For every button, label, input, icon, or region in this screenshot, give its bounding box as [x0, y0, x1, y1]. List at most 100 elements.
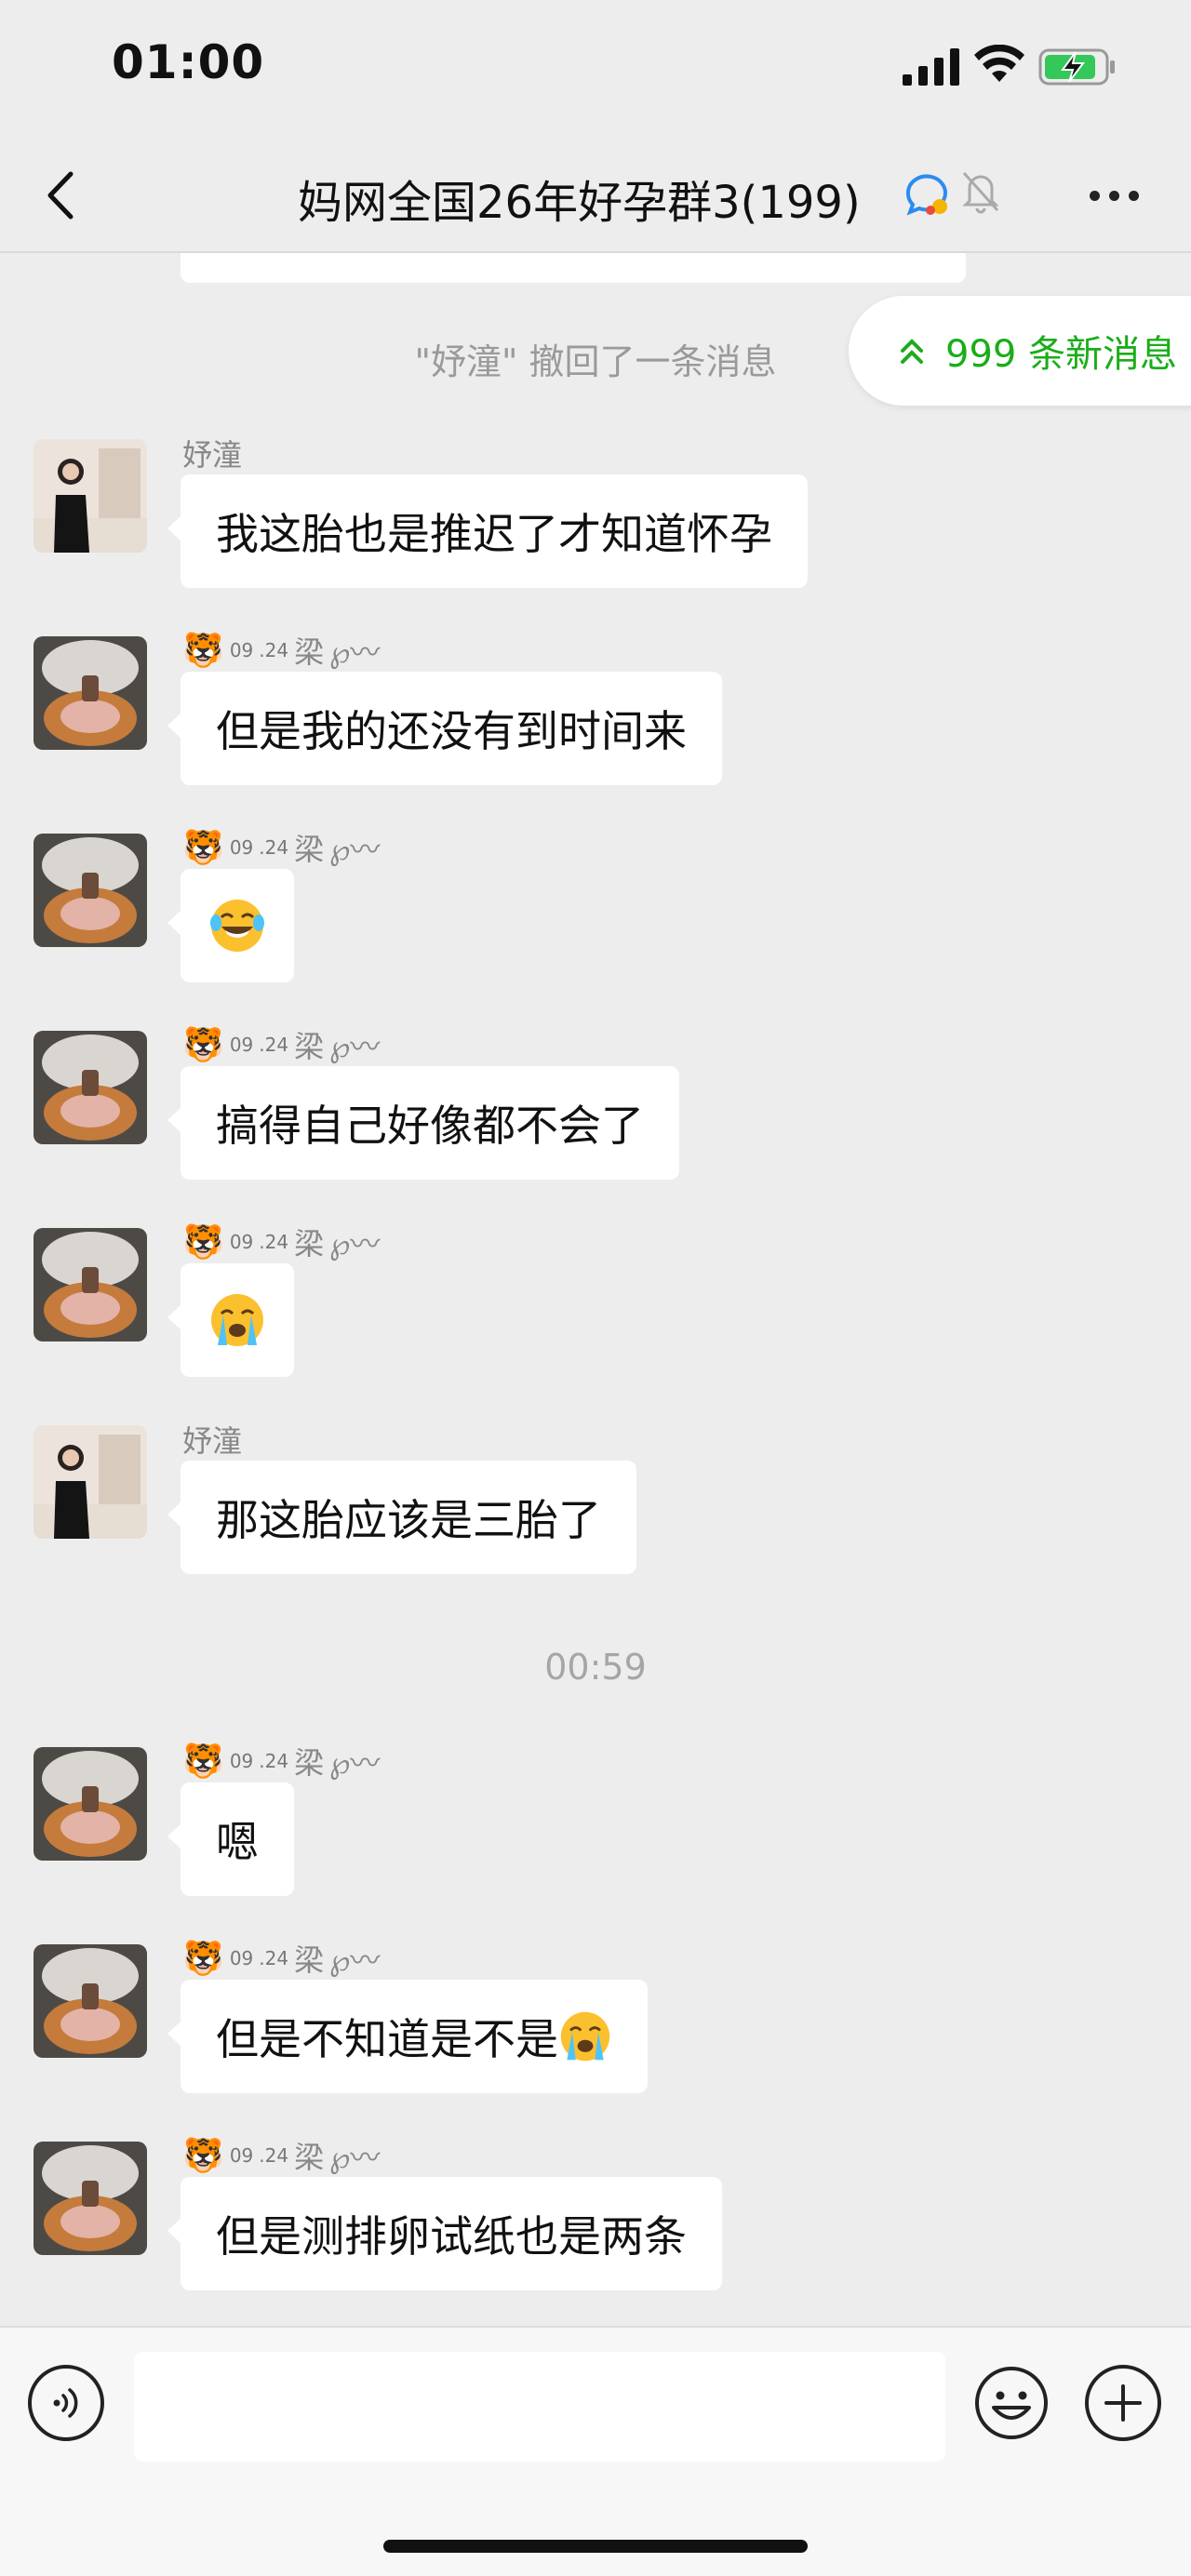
avatar-b-image	[33, 1747, 147, 1861]
sender-name-part: 梁	[294, 1942, 325, 1978]
message-text: 但是不知道是不是	[216, 2014, 558, 2064]
sender-name-part: .24	[259, 1231, 289, 1253]
voice-icon	[53, 2388, 78, 2418]
sender-name-part: 09	[229, 836, 254, 859]
avatar-a[interactable]	[33, 1425, 147, 1539]
plus-icon	[1104, 2384, 1142, 2422]
double-chevron-up-icon	[901, 339, 923, 364]
back-button[interactable]	[37, 158, 84, 233]
sender-name: 妤潼	[182, 1423, 243, 1459]
sender-name-part: ℘〰	[329, 1029, 381, 1064]
sender-name-part: ℘〰	[329, 1942, 381, 1978]
emoji-icon[interactable]	[973, 2365, 1050, 2441]
sender-name-part: 梁	[294, 2140, 325, 2175]
avatar-b[interactable]	[33, 1747, 147, 1861]
sender-name-part: ℘〰	[329, 2140, 381, 2175]
signal-icon	[903, 48, 959, 86]
tiger-emoji: 🐯	[182, 829, 224, 867]
sender-name-part: ℘〰	[329, 1745, 381, 1781]
loudly-crying-face-icon	[560, 2011, 610, 2062]
avatar-b-image	[33, 1944, 147, 2058]
avatar-b[interactable]	[33, 834, 147, 947]
tiger-emoji: 🐯	[182, 1223, 224, 1261]
sender-name-part: 09	[229, 1034, 254, 1056]
avatar-b[interactable]	[33, 1228, 147, 1341]
avatar-b[interactable]	[33, 1031, 147, 1144]
chat-title: 妈网全国26年好孕群3(199)	[298, 177, 861, 229]
avatar-b[interactable]	[33, 636, 147, 750]
message-list[interactable]: "妤潼" 撤回了一条消息 999 条新消息 妤潼 我这胎也是推迟了才知道怀孕 🐯…	[0, 253, 1191, 2326]
message-bubble[interactable]: 但是不知道是不是	[167, 1980, 648, 2093]
sender-name-part: 梁	[294, 1226, 325, 1261]
tiger-emoji: 🐯	[182, 1742, 224, 1781]
message-input[interactable]	[134, 2352, 945, 2462]
avatar-a-image	[33, 439, 147, 553]
message-bubble[interactable]: 嗯	[167, 1782, 294, 1896]
sender-name-part: 梁	[294, 1029, 325, 1064]
message-text: 搞得自己好像都不会了	[216, 1101, 644, 1151]
message-bubble[interactable]	[167, 869, 294, 982]
avatar-b-image	[33, 2142, 147, 2255]
sender-name: 🐯 09.24 梁 ℘〰	[182, 1023, 380, 1066]
loudly-crying-face-icon	[211, 1294, 263, 1346]
message-bubble[interactable]: 搞得自己好像都不会了	[167, 1066, 679, 1180]
message-bubble[interactable]: 那这胎应该是三胎了	[167, 1461, 636, 1574]
sender-name-part: 09	[229, 1947, 254, 1969]
sender-name-part: 09	[229, 1231, 254, 1253]
chat-screen: 01:00 妈网全国26年好孕群3(199) "妤潼" 撤回了一条消息 999 …	[0, 0, 1191, 2576]
tiger-emoji: 🐯	[182, 2137, 224, 2175]
wifi-icon	[974, 45, 1024, 82]
time-separator: 00:59	[544, 1647, 647, 1688]
sender-name-part: 梁	[294, 832, 325, 867]
message-bubble[interactable]	[167, 1263, 294, 1377]
sender-name: 🐯 09.24 梁 ℘〰	[182, 1740, 380, 1782]
sender-name: 妤潼	[182, 437, 243, 473]
mute-bell-icon	[962, 171, 999, 214]
battery-charging-icon	[1038, 48, 1115, 86]
status-bar: 01:00	[0, 0, 1191, 140]
avatar-b-image	[33, 636, 147, 750]
message-text: 但是测排卵试纸也是两条	[216, 2211, 687, 2262]
tiger-emoji: 🐯	[182, 1940, 224, 1978]
sender-name-part: 梁	[294, 1745, 325, 1781]
avatar-b[interactable]	[33, 2142, 147, 2255]
more-options-button[interactable]	[1081, 167, 1146, 223]
new-messages-pill[interactable]: 999 条新消息	[849, 296, 1191, 406]
group-chat-icon[interactable]	[903, 169, 951, 218]
sender-name: 🐯 09.24 梁 ℘〰	[182, 1221, 380, 1263]
back-chevron-icon	[47, 171, 74, 220]
sender-name-part: ℘〰	[329, 634, 381, 670]
sender-name-part: ℘〰	[329, 832, 381, 867]
sender-name-part: 09	[229, 1750, 254, 1772]
avatar-b[interactable]	[33, 1944, 147, 2058]
status-time: 01:00	[112, 35, 265, 89]
nav-bar: 妈网全国26年好孕群3(199)	[0, 140, 1191, 253]
message-bubble[interactable]: 但是我的还没有到时间来	[167, 672, 722, 785]
message-text: 我这胎也是推迟了才知道怀孕	[216, 509, 772, 559]
plus-button[interactable]	[1085, 2365, 1161, 2441]
home-indicator[interactable]	[383, 2540, 808, 2553]
avatar-b-image	[33, 1031, 147, 1144]
voice-button[interactable]	[28, 2365, 104, 2441]
message-text: 那这胎应该是三胎了	[216, 1495, 601, 1545]
message-text: 但是我的还没有到时间来	[216, 706, 687, 756]
partial-message-bubble[interactable]	[181, 253, 966, 283]
message-bubble[interactable]: 我这胎也是推迟了才知道怀孕	[167, 474, 808, 588]
sender-name-part: .24	[259, 1947, 289, 1969]
message-bubble[interactable]: 但是测排卵试纸也是两条	[167, 2177, 722, 2290]
more-dot	[1128, 190, 1139, 201]
sender-name-part: 09	[229, 639, 254, 661]
more-dot	[1108, 190, 1119, 201]
sender-name: 🐯 09.24 梁 ℘〰	[182, 2134, 380, 2177]
face-with-tears-of-joy-icon	[210, 900, 264, 952]
sender-name-part: .24	[259, 1034, 289, 1056]
sender-name: 🐯 09.24 梁 ℘〰	[182, 826, 380, 869]
avatar-a[interactable]	[33, 439, 147, 553]
input-bar	[0, 2326, 1191, 2576]
tiger-emoji: 🐯	[182, 1026, 224, 1064]
sender-name-part: .24	[259, 1750, 289, 1772]
more-dot	[1089, 190, 1100, 201]
sender-name-part: 09	[229, 2144, 254, 2167]
message-text: 嗯	[216, 1817, 259, 1867]
sender-name-part: .24	[259, 639, 289, 661]
